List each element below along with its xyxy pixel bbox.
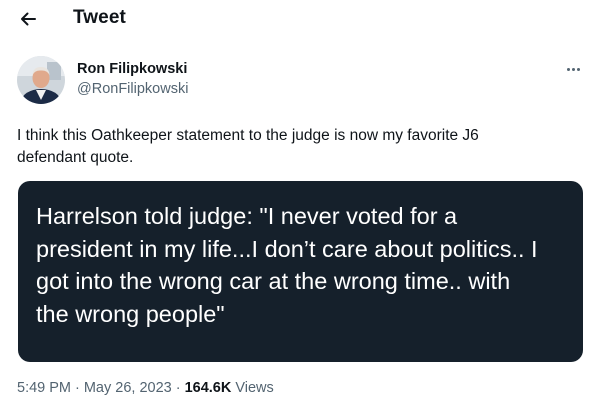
media-quote-text: Harrelson told judge: "I never voted for… — [36, 200, 583, 330]
tweet-timestamp[interactable]: 5:49 PM · May 26, 2023 — [17, 380, 172, 396]
page-title: Tweet — [73, 7, 126, 28]
media-quote-line: Harrelson told judge: "I never voted for… — [36, 203, 458, 229]
arrow-left-icon — [21, 12, 36, 26]
tweet-text-line: defendant quote. — [17, 149, 134, 166]
author-handle[interactable]: @RonFilipkowski — [77, 81, 188, 97]
views-label: Views — [235, 380, 274, 396]
tweet-meta: 5:49 PM · May 26, 2023 · 164.6K Views — [17, 380, 274, 396]
more-options-button[interactable] — [560, 58, 586, 80]
tweet-time: 5:49 PM — [17, 380, 71, 396]
views-link[interactable]: 164.6K Views — [185, 380, 274, 396]
page-header: Tweet — [0, 0, 603, 38]
tweet-media-image[interactable]: Harrelson told judge: "I never voted for… — [18, 181, 583, 362]
more-horizontal-icon — [566, 67, 581, 71]
media-quote-line: got into the wrong car at the wrong time… — [36, 268, 511, 294]
meta-separator: · — [175, 380, 181, 396]
tweet-date: May 26, 2023 — [83, 380, 172, 396]
views-count: 164.6K — [184, 380, 232, 396]
media-quote-line: the wrong people" — [36, 300, 225, 327]
meta-separator: · — [75, 380, 80, 396]
author-display-name[interactable]: Ron Filipkowski — [77, 61, 187, 77]
avatar-image — [17, 56, 65, 104]
tweet-text-line: I think this Oathkeeper statement to the… — [17, 127, 479, 144]
avatar[interactable] — [17, 56, 65, 104]
back-button[interactable] — [12, 3, 44, 35]
media-quote-line: president in my life...I don’t care abou… — [36, 235, 538, 262]
tweet-text: I think this Oathkeeper statement to the… — [17, 125, 577, 169]
